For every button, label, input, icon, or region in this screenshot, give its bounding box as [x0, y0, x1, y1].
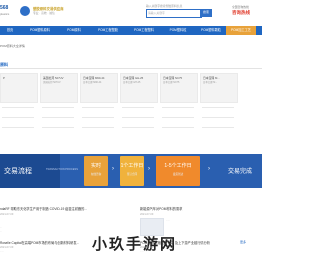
- section-divider: [0, 68, 262, 69]
- divider: [122, 107, 154, 108]
- logo-icon[interactable]: [20, 6, 30, 16]
- product-image[interactable]: 美国杜邦 527UV 美国杜邦 527UV: [40, 73, 78, 103]
- divider: [42, 107, 74, 108]
- divider: [162, 117, 194, 118]
- step-title: 1个工作日: [120, 163, 144, 169]
- logo-text[interactable]: 568: [0, 5, 8, 11]
- product-card[interactable]: 日本宝理 M90-44 日本宝理 M90-44: [80, 73, 118, 151]
- search-hint: 输入关键字搜索塑胶原料信息: [146, 4, 183, 8]
- step-subtitle: 在线咨询: [90, 173, 102, 176]
- nav-item-home[interactable]: 首页: [0, 26, 20, 35]
- process-title-en: TRANSACTION PROCESS: [46, 168, 78, 171]
- product-grade: 日本宝理 M...: [203, 81, 218, 84]
- nav-item-pom-plastic[interactable]: POM塑料原料: [24, 26, 56, 35]
- process-step-2: 1个工作日 签订合同: [120, 156, 144, 186]
- divider: [202, 107, 234, 108]
- news-date: 2021-07-09: [0, 213, 14, 216]
- nav-item-pom-raw[interactable]: POM原料: [60, 26, 88, 35]
- logo-subtitle: plastics: [0, 12, 10, 16]
- divider: [122, 117, 154, 118]
- divider: [202, 117, 234, 118]
- news-line: ...: [0, 230, 2, 233]
- product-card[interactable]: 日本宝理 GH-25 日本宝理 GH-25: [120, 73, 158, 151]
- product-card[interactable]: 日本宝理 M... 日本宝理 M...: [200, 73, 238, 151]
- product-image[interactable]: 日本宝理 M... 日本宝理 M...: [200, 73, 238, 103]
- divider: [42, 117, 74, 118]
- product-image[interactable]: 日本宝理 GH-25 日本宝理 GH-25: [120, 73, 158, 103]
- hotline-number: 咨询热线: [232, 10, 250, 15]
- divider: [162, 107, 194, 108]
- product-card[interactable]: 日本宝理 NC75 日本宝理 NC75: [160, 73, 198, 151]
- news-line: ...: [0, 226, 2, 229]
- divider: [42, 127, 74, 128]
- nav-item-pom-pellet[interactable]: POM塑料粒: [164, 26, 192, 35]
- product-grade: 美国杜邦 527UV: [43, 81, 61, 84]
- news-headline[interactable]: 新能源汽车对POM材料的需求: [140, 206, 182, 211]
- news-headline[interactable]: ndaRF 帮助东天化学生产用于制造 COVID-19 疫苗注射器的...: [0, 206, 87, 211]
- arrow-right-icon: ›: [208, 166, 210, 172]
- arrow-right-icon: ›: [112, 166, 114, 172]
- slogan-sub: 专业 · 高效 · 诚信: [33, 11, 55, 15]
- divider: [2, 107, 34, 108]
- hotline-label: 全国咨询热线: [232, 5, 249, 9]
- step-title: 1-5个工作日: [164, 163, 192, 169]
- news-excerpt: ......: [140, 250, 144, 253]
- product-image[interactable]: 日本宝理 NC75 日本宝理 NC75: [160, 73, 198, 103]
- product-grade: 日本宝理 M90-44: [83, 81, 102, 84]
- divider: [82, 127, 114, 128]
- process-finish: 交易完成: [228, 169, 253, 175]
- divider: [122, 127, 154, 128]
- nav-item-pom-granule[interactable]: POM塑料颗粒: [196, 26, 226, 35]
- news-headline[interactable]: Roselle Capital在高端POM市场的布局与创新材料研发...: [0, 240, 79, 245]
- product-image[interactable]: P: [0, 73, 38, 103]
- breadcrumb[interactable]: POM原料大全详情: [0, 44, 25, 48]
- divider: [202, 127, 234, 128]
- process-title: 交易流程: [4, 168, 32, 175]
- news-excerpt: ......: [0, 250, 4, 253]
- divider: [2, 127, 34, 128]
- process-step-1: 实时 在线咨询: [84, 156, 108, 186]
- product-grade: 日本宝理 GH-25: [123, 81, 141, 84]
- search-button[interactable]: 搜索: [200, 9, 212, 17]
- divider: [82, 117, 114, 118]
- news-excerpt: ......: [166, 219, 170, 222]
- divider: [2, 117, 34, 118]
- divider: [82, 107, 114, 108]
- news-date: 2021-07-09: [0, 246, 14, 249]
- nav-item-pom-engineering[interactable]: POM工程塑胶: [92, 26, 124, 35]
- news-date: 2021-07-09: [140, 246, 154, 249]
- news-headline[interactable]: POM 原料价格走势 MDI 及上下游产业链行情分析: [140, 240, 210, 245]
- divider: [162, 127, 194, 128]
- nav-item-pom-process[interactable]: POM加工工艺: [226, 26, 256, 35]
- product-title: P: [3, 76, 5, 80]
- step-subtitle: 发货到达: [172, 173, 184, 176]
- step-subtitle: 签订合同: [126, 173, 138, 176]
- arrow-right-icon: ›: [148, 166, 150, 172]
- product-grade: 日本宝理 NC75: [163, 81, 180, 84]
- search-input[interactable]: 请输入关键字: [148, 11, 165, 15]
- news-date: 2021-07-09: [140, 213, 154, 216]
- step-title: 实时: [90, 163, 101, 169]
- product-image[interactable]: 日本宝理 M90-44 日本宝理 M90-44: [80, 73, 118, 103]
- product-card[interactable]: P: [0, 73, 38, 151]
- more-link[interactable]: 更多: [240, 240, 246, 244]
- product-card[interactable]: 美国杜邦 527UV 美国杜邦 527UV: [40, 73, 78, 151]
- process-step-3: 1-5个工作日 发货到达: [156, 156, 200, 186]
- nav-item-pom-engineering-plastic[interactable]: POM工程塑料: [128, 26, 160, 35]
